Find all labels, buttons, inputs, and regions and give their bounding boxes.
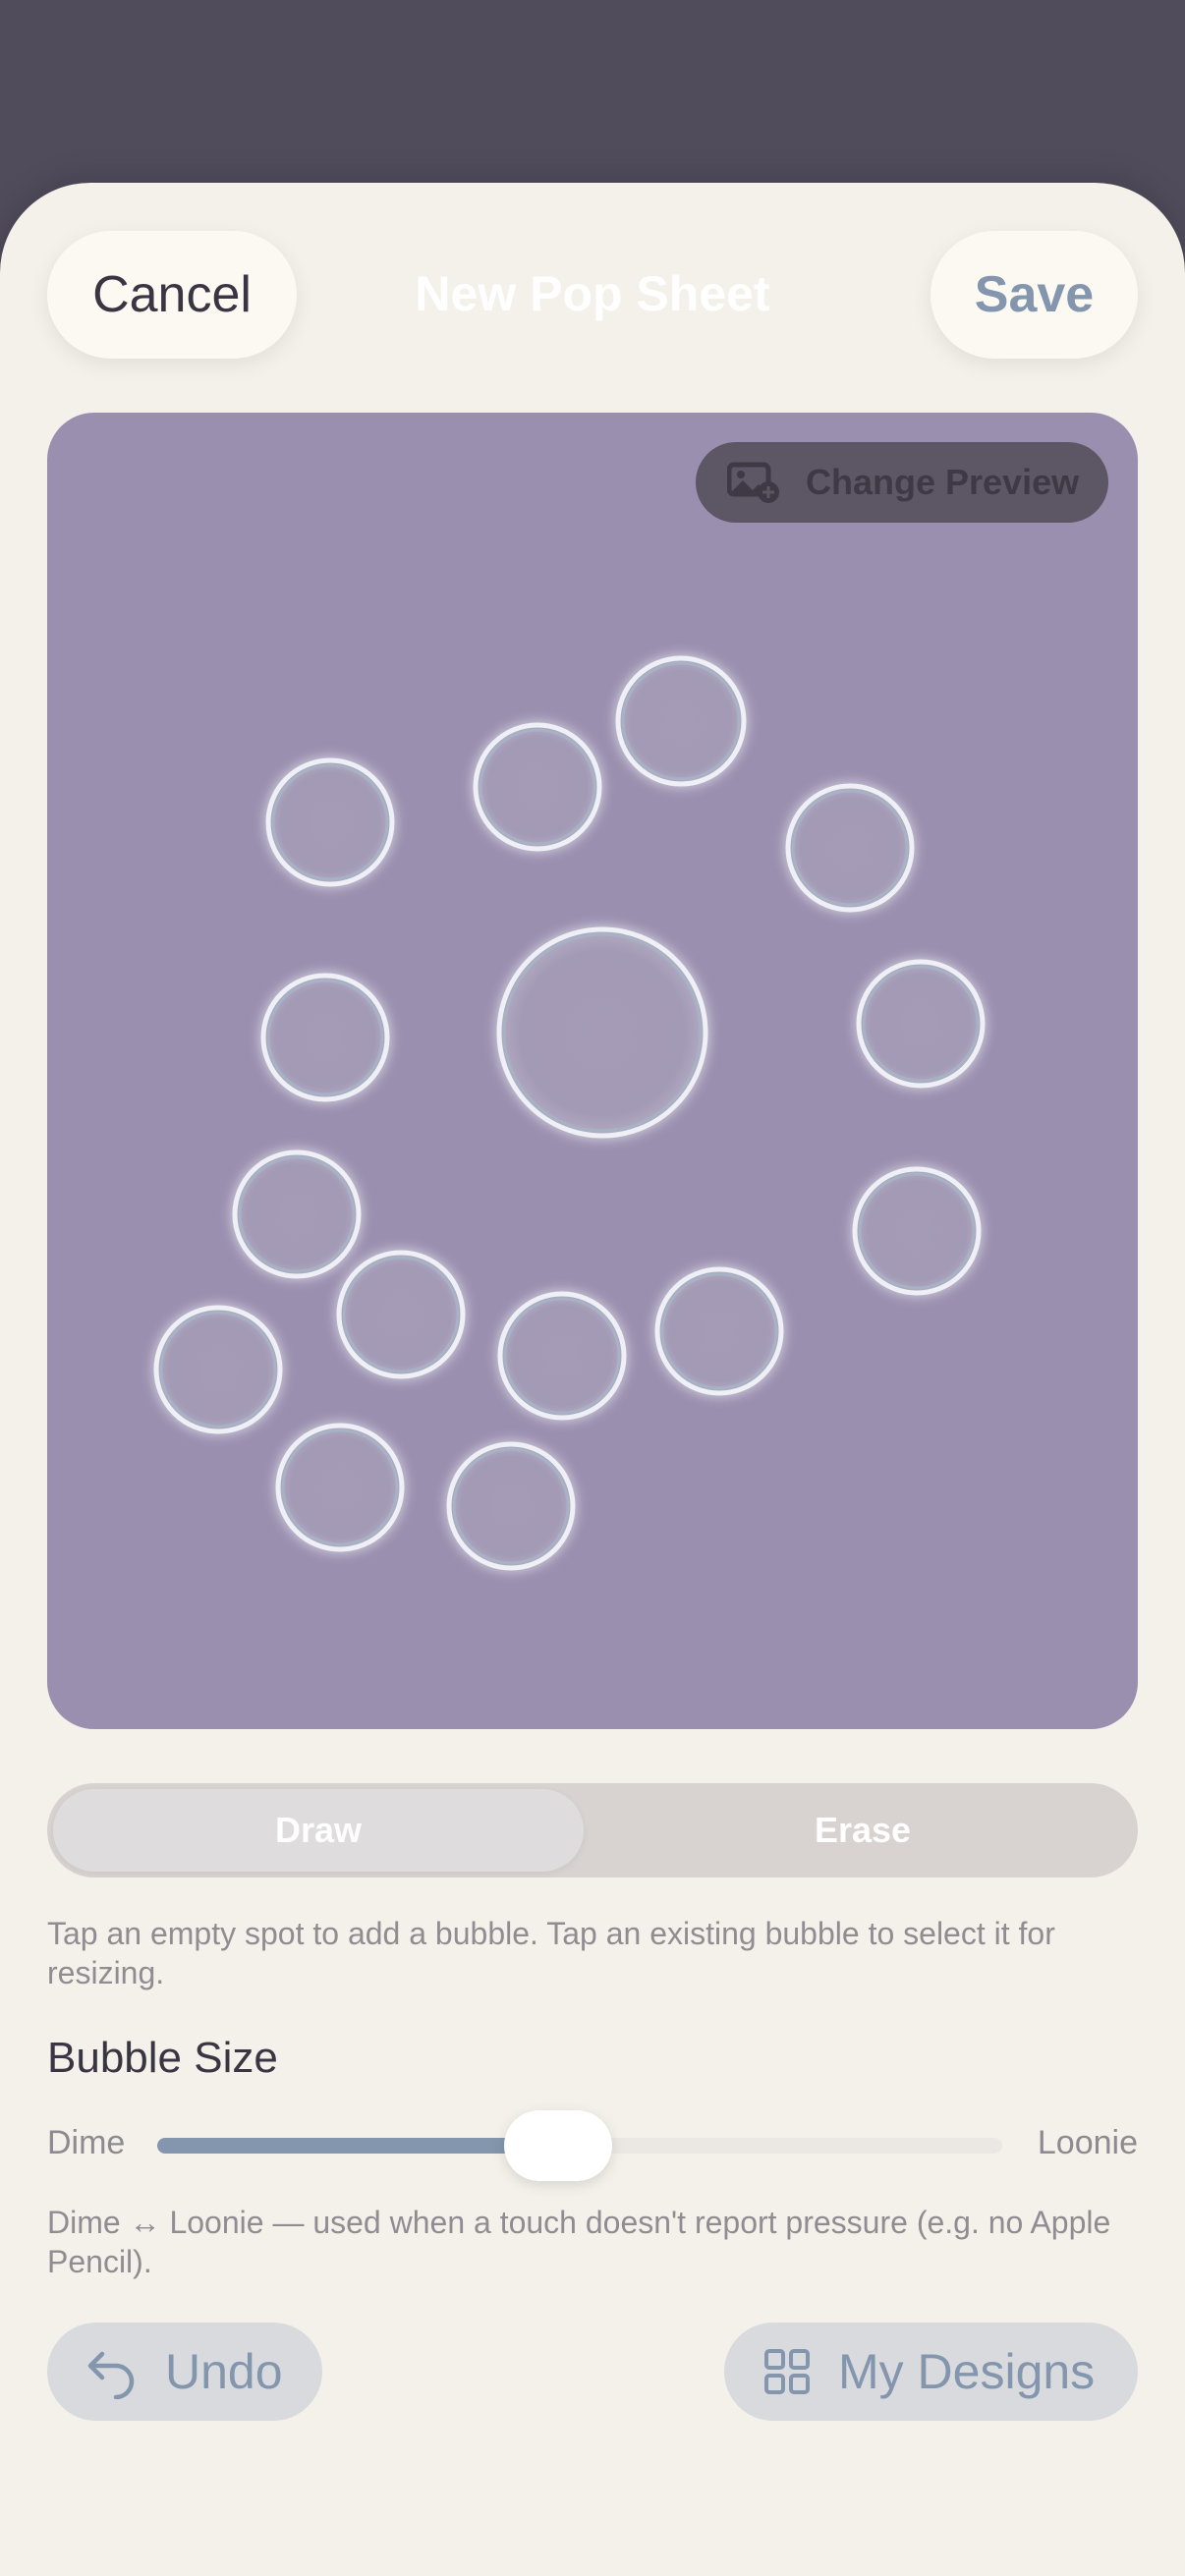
- slider-max-label: Loonie: [1037, 2124, 1138, 2161]
- change-preview-button[interactable]: Change Preview: [696, 442, 1108, 523]
- help-text: Tap an empty spot to add a bubble. Tap a…: [47, 1916, 1055, 1990]
- slider-min-label: Dime: [47, 2124, 126, 2161]
- bubble[interactable]: [856, 959, 986, 1089]
- my-designs-button[interactable]: My Designs: [724, 2323, 1138, 2421]
- undo-label: Undo: [165, 2344, 283, 2399]
- bubble[interactable]: [473, 722, 602, 852]
- slider-fill: [157, 2138, 558, 2154]
- my-designs-label: My Designs: [838, 2344, 1096, 2399]
- bubble[interactable]: [654, 1266, 784, 1396]
- grid-icon: [764, 2349, 810, 2394]
- bubble[interactable]: [232, 1149, 362, 1279]
- bubble[interactable]: [446, 1441, 576, 1571]
- mode-segmented-control: Draw Erase: [47, 1783, 1138, 1877]
- save-button[interactable]: Save: [931, 231, 1138, 359]
- bubble-size-title: Bubble Size: [47, 2034, 278, 2082]
- bubble[interactable]: [260, 973, 390, 1102]
- bubble[interactable]: [496, 926, 708, 1139]
- photo-add-icon: [727, 462, 779, 503]
- mode-draw-tab[interactable]: Draw: [53, 1789, 584, 1872]
- change-preview-label: Change Preview: [806, 462, 1080, 502]
- bubble[interactable]: [497, 1291, 627, 1421]
- bubble[interactable]: [275, 1423, 405, 1552]
- bubble[interactable]: [265, 757, 395, 887]
- bubble-size-slider[interactable]: [157, 2110, 1002, 2181]
- slider-thumb[interactable]: [503, 2110, 612, 2181]
- bubble[interactable]: [153, 1305, 283, 1434]
- undo-arrow-icon: [87, 2351, 135, 2399]
- mode-erase-tab[interactable]: Erase: [592, 1789, 1133, 1872]
- bubble[interactable]: [336, 1250, 466, 1379]
- undo-button[interactable]: Undo: [47, 2323, 322, 2421]
- bubble[interactable]: [785, 783, 915, 913]
- bubble[interactable]: [615, 655, 747, 787]
- cancel-button[interactable]: Cancel: [47, 231, 297, 359]
- bubble[interactable]: [852, 1166, 982, 1296]
- sheet-title: New Pop Sheet: [415, 266, 770, 321]
- bubble-size-note: Dime ↔ Loonie — used when a touch doesn'…: [47, 2205, 1111, 2279]
